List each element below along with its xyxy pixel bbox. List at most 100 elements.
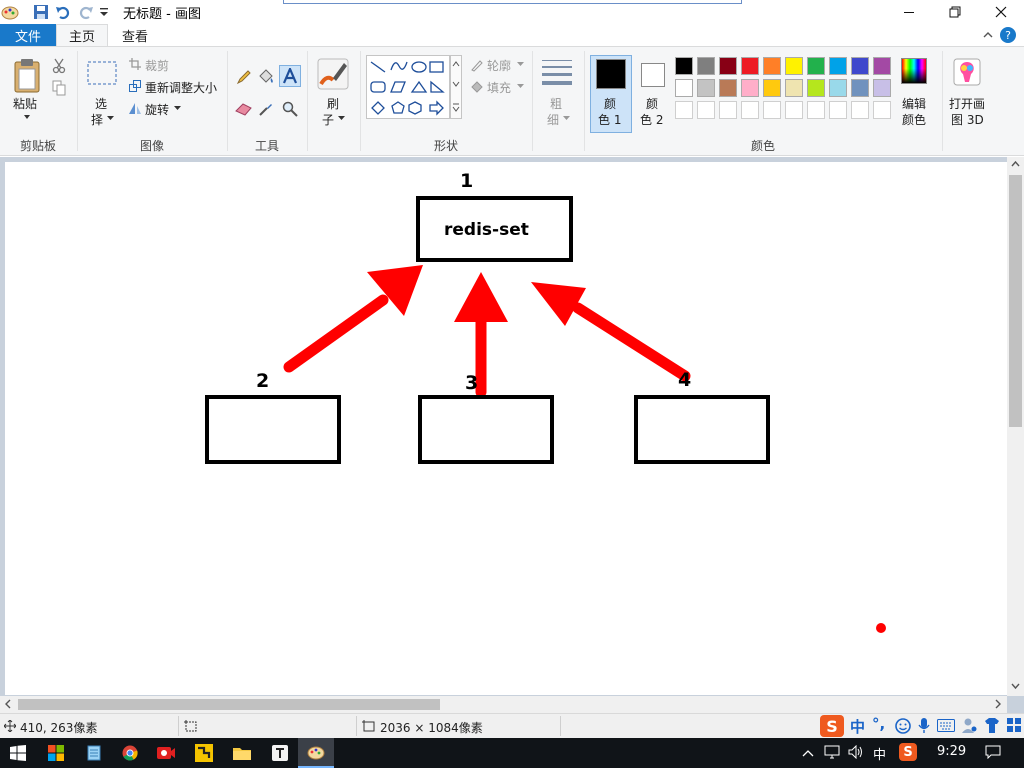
palette-swatch[interactable] xyxy=(675,79,693,97)
vertical-scrollbar[interactable] xyxy=(1007,157,1024,696)
save-icon[interactable] xyxy=(31,2,51,22)
palette-swatch[interactable] xyxy=(675,57,693,75)
dev-tool-app-icon[interactable] xyxy=(186,738,222,768)
shapes-gallery[interactable] xyxy=(366,55,450,119)
shapes-scroll-arrows-icon[interactable] xyxy=(451,56,461,118)
palette-swatch[interactable] xyxy=(851,57,869,75)
palette-swatch[interactable] xyxy=(763,79,781,97)
shapes-gallery-icons[interactable] xyxy=(367,56,451,120)
tab-home[interactable]: 主页 xyxy=(56,24,108,46)
color-2-label-line2[interactable]: 色 2 xyxy=(640,111,663,128)
sogou-ime-icon[interactable]: S xyxy=(820,715,844,737)
palette-swatch[interactable] xyxy=(873,57,891,75)
palette-empty-swatch[interactable] xyxy=(763,101,781,119)
brushes-button-line2[interactable]: 子 xyxy=(322,111,334,128)
palette-empty-swatch[interactable] xyxy=(873,101,891,119)
magnifier-icon[interactable] xyxy=(280,99,300,119)
scroll-right-icon[interactable] xyxy=(995,699,1002,712)
select-button-line2[interactable]: 择 xyxy=(91,111,103,128)
palette-empty-swatch[interactable] xyxy=(829,101,847,119)
palette-swatch[interactable] xyxy=(785,79,803,97)
edit-colors-button-line1[interactable]: 编辑 xyxy=(902,95,926,112)
collapse-ribbon-icon[interactable] xyxy=(980,27,996,43)
paste-icon[interactable] xyxy=(10,55,44,95)
network-icon[interactable] xyxy=(824,745,840,762)
typora-app-icon[interactable] xyxy=(262,738,298,768)
palette-empty-swatch[interactable] xyxy=(851,101,869,119)
tray-overflow-icon[interactable] xyxy=(802,746,814,760)
voice-input-icon[interactable] xyxy=(918,717,930,737)
sogou-tray-icon[interactable]: S xyxy=(899,743,917,761)
scroll-left-icon[interactable] xyxy=(4,699,11,712)
paint-taskbar-button[interactable] xyxy=(298,738,334,768)
copy-icon[interactable] xyxy=(50,79,68,97)
color-1-label-line1[interactable]: 颜 xyxy=(604,95,616,112)
palette-swatch[interactable] xyxy=(785,57,803,75)
minimize-button[interactable] xyxy=(886,0,932,24)
size-button-line1[interactable]: 粗 xyxy=(550,95,562,112)
tab-file[interactable]: 文件 xyxy=(0,24,56,46)
close-button[interactable] xyxy=(978,0,1024,24)
brushes-icon[interactable] xyxy=(316,57,350,91)
palette-swatch[interactable] xyxy=(829,57,847,75)
palette-empty-swatch[interactable] xyxy=(785,101,803,119)
soft-keyboard-icon[interactable] xyxy=(937,719,955,735)
color-2-swatch[interactable] xyxy=(641,63,665,87)
fill-button[interactable]: 填充 xyxy=(487,79,511,96)
shapes-scroll[interactable] xyxy=(450,55,462,119)
palette-swatch[interactable] xyxy=(719,79,737,97)
office-app-icon[interactable] xyxy=(38,738,74,768)
undo-icon[interactable] xyxy=(53,2,73,22)
rotate-dropdown-icon[interactable] xyxy=(173,105,181,111)
scroll-up-icon[interactable] xyxy=(1011,159,1020,170)
palette-swatch[interactable] xyxy=(851,79,869,97)
brushes-button-line1[interactable]: 刷 xyxy=(327,95,339,112)
color-1-swatch[interactable] xyxy=(596,59,626,89)
size-button-line2[interactable]: 细 xyxy=(547,111,559,128)
palette-empty-swatch[interactable] xyxy=(675,101,693,119)
crop-icon[interactable] xyxy=(128,57,142,71)
fill-icon[interactable] xyxy=(470,80,484,94)
brushes-dropdown-icon[interactable] xyxy=(337,115,345,121)
fill-bucket-icon[interactable] xyxy=(256,67,276,87)
vertical-scroll-thumb[interactable] xyxy=(1009,175,1022,427)
emoji-icon[interactable] xyxy=(895,718,911,737)
help-icon[interactable]: ? xyxy=(1000,27,1016,43)
palette-empty-swatch[interactable] xyxy=(807,101,825,119)
user-icon[interactable] xyxy=(961,717,977,737)
scroll-down-icon[interactable] xyxy=(1011,682,1020,693)
ime-language-toggle[interactable]: 中 xyxy=(850,716,865,737)
palette-empty-swatch[interactable] xyxy=(697,101,715,119)
palette-swatch[interactable] xyxy=(829,79,847,97)
palette-swatch[interactable] xyxy=(807,79,825,97)
size-dropdown-icon[interactable] xyxy=(562,115,570,121)
skin-icon[interactable] xyxy=(984,717,1000,737)
customize-quick-access-icon[interactable] xyxy=(94,2,114,22)
edit-colors-button-line2[interactable]: 颜色 xyxy=(902,111,926,128)
horizontal-scroll-thumb[interactable] xyxy=(18,699,440,710)
resize-icon[interactable] xyxy=(128,79,142,93)
color-picker-icon[interactable] xyxy=(256,99,276,119)
horizontal-scrollbar[interactable] xyxy=(0,696,1007,713)
cut-icon[interactable] xyxy=(50,57,68,75)
pencil-icon[interactable] xyxy=(234,67,254,87)
palette-empty-swatch[interactable] xyxy=(741,101,759,119)
palette-swatch[interactable] xyxy=(697,79,715,97)
select-rect-icon[interactable] xyxy=(86,59,118,87)
action-center-icon[interactable] xyxy=(985,745,1001,762)
fill-dropdown-icon[interactable] xyxy=(516,83,524,89)
paste-dropdown-icon[interactable] xyxy=(22,113,32,121)
select-button-line1[interactable]: 选 xyxy=(95,95,107,112)
text-tool-icon[interactable] xyxy=(279,65,301,87)
windows-logo-icon[interactable] xyxy=(10,745,26,761)
file-explorer-app-icon[interactable] xyxy=(224,738,260,768)
rotate-icon[interactable] xyxy=(128,101,142,115)
palette-swatch[interactable] xyxy=(763,57,781,75)
tab-view[interactable]: 查看 xyxy=(112,24,158,46)
palette-swatch[interactable] xyxy=(807,57,825,75)
video-recorder-app-icon[interactable] xyxy=(148,738,184,768)
crop-button[interactable]: 裁剪 xyxy=(145,57,169,74)
size-icon[interactable] xyxy=(540,57,574,87)
paint-app-icon[interactable] xyxy=(0,2,20,22)
start-button[interactable] xyxy=(0,738,36,768)
